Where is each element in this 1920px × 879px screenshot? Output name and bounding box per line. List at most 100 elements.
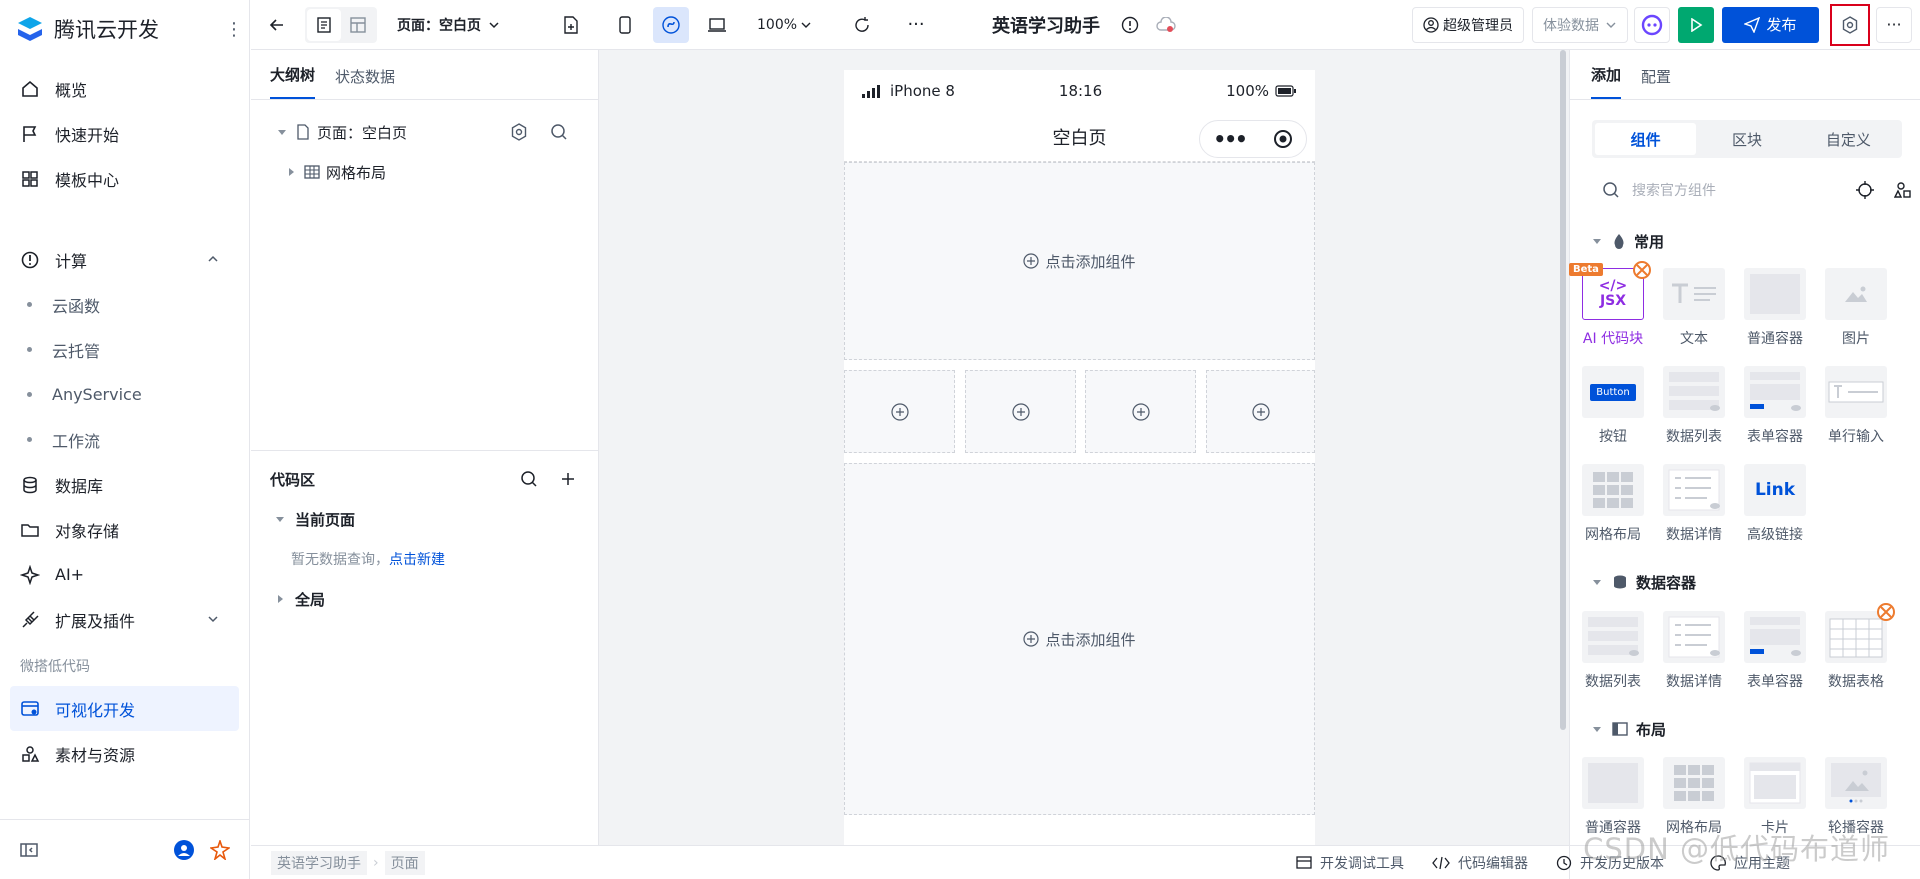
layout-view-icon[interactable] <box>341 9 375 41</box>
component-grid-layout[interactable]: 网格布局 <box>1578 464 1648 544</box>
info-icon[interactable] <box>1112 7 1148 43</box>
component-button[interactable]: Button 按钮 <box>1578 366 1648 446</box>
nav-sub-label: 云托管 <box>52 341 101 361</box>
tab-config[interactable]: 配置 <box>1641 66 1671 99</box>
plus-icon[interactable] <box>560 471 576 487</box>
publish-button[interactable]: 发布 <box>1722 6 1819 43</box>
segment-custom[interactable]: 自定义 <box>1798 123 1899 155</box>
component-label: 单行输入 <box>1828 429 1884 445</box>
nav-item-database[interactable]: 数据库 <box>0 462 249 507</box>
nav-sub-cloud-hosting[interactable]: 云托管 <box>0 327 249 372</box>
user-avatar-icon[interactable] <box>174 839 194 860</box>
nav-item-extensions[interactable]: 扩展及插件 <box>0 597 249 642</box>
breadcrumb-app[interactable]: 英语学习助手 <box>271 850 367 875</box>
breadcrumb-page[interactable]: 页面 <box>384 850 425 875</box>
component-advanced-link[interactable]: Link 高级链接 <box>1740 464 1810 544</box>
nav-item-storage[interactable]: 对象存储 <box>0 507 249 552</box>
nav-item-quickstart[interactable]: 快速开始 <box>0 111 249 156</box>
nav-item-compute[interactable]: 计算 <box>0 237 249 282</box>
drop-zone-bottom[interactable]: 点击添加组件 <box>844 463 1315 815</box>
preview-run-button[interactable] <box>1678 6 1714 43</box>
grid-cell[interactable] <box>1085 370 1196 453</box>
role-selector[interactable]: 超级管理员 <box>1412 6 1524 43</box>
gear-icon[interactable] <box>510 123 528 141</box>
nav-sub-workflow[interactable]: 工作流 <box>0 417 249 462</box>
caret-down-icon[interactable] <box>275 514 285 524</box>
more-vertical-icon[interactable]: ⋮ <box>219 19 249 40</box>
collapse-sidebar-icon[interactable] <box>20 841 38 859</box>
new-page-icon[interactable] <box>553 7 589 43</box>
caret-right-icon[interactable] <box>275 594 285 604</box>
code-global[interactable]: 全局 <box>251 579 598 619</box>
ai-copilot-button[interactable] <box>1634 6 1670 43</box>
tab-add[interactable]: 添加 <box>1591 64 1622 99</box>
segment-components[interactable]: 组件 <box>1595 123 1697 155</box>
component-image[interactable]: 图片 <box>1821 268 1891 348</box>
capsule-menu-icon[interactable]: ••• <box>1213 127 1247 151</box>
nav-item-assets[interactable]: 素材与资源 <box>0 731 249 776</box>
caret-down-icon[interactable] <box>277 127 287 137</box>
capsule-close-icon[interactable] <box>1273 129 1293 149</box>
grid-cell[interactable] <box>1206 370 1315 453</box>
component-carousel[interactable]: 轮播容器 <box>1821 757 1891 837</box>
nav-item-ai[interactable]: AI+ <box>0 552 249 597</box>
canvas-scrollbar[interactable] <box>1560 50 1566 730</box>
zoom-selector[interactable]: 100% <box>757 17 812 33</box>
refresh-icon[interactable] <box>844 7 880 43</box>
component-data-table[interactable]: 数据表格 <box>1821 603 1895 691</box>
settings-button[interactable] <box>1830 3 1870 46</box>
ai-assistant-icon[interactable] <box>210 839 230 860</box>
component-data-list[interactable]: 数据列表 <box>1659 366 1729 446</box>
more-horizontal-icon[interactable]: ··· <box>1876 6 1912 43</box>
devtools-button[interactable]: 开发调试工具 <box>1296 853 1404 873</box>
code-current-page[interactable]: 当前页面 <box>251 499 598 539</box>
search-icon[interactable] <box>550 123 568 141</box>
chevron-up-icon[interactable] <box>205 251 221 267</box>
tab-state-data[interactable]: 状态数据 <box>335 66 395 99</box>
grid-cell[interactable] <box>965 370 1076 453</box>
category-common[interactable]: 常用 <box>1592 230 1664 252</box>
grid-cell[interactable] <box>844 370 955 453</box>
back-arrow-icon[interactable] <box>259 7 295 43</box>
category-layout[interactable]: 布局 <box>1592 718 1666 740</box>
component-form-container[interactable]: 表单容器 <box>1740 611 1810 691</box>
component-panel: 添加 配置 组件 区块 自定义 搜索官方组件 常用 </> JSX Beta AI… <box>1569 50 1920 879</box>
component-container[interactable]: 普通容器 <box>1578 757 1648 837</box>
miniprogram-device-icon[interactable] <box>653 6 689 43</box>
component-container[interactable]: 普通容器 <box>1740 268 1810 348</box>
tree-node-page[interactable]: 页面：空白页 <box>251 112 598 152</box>
segment-blocks[interactable]: 区块 <box>1696 123 1797 155</box>
component-data-detail[interactable]: 数据详情 <box>1659 464 1729 544</box>
tab-outline-tree[interactable]: 大纲树 <box>270 64 316 99</box>
component-single-input[interactable]: 单行输入 <box>1821 366 1891 446</box>
nav-sub-cloud-function[interactable]: 云函数 <box>0 282 249 327</box>
caret-right-icon[interactable] <box>286 167 296 177</box>
locate-icon[interactable] <box>1856 181 1874 199</box>
drop-zone-top[interactable]: 点击添加组件 <box>844 162 1315 360</box>
nav-item-visual-dev[interactable]: 可视化开发 <box>10 686 239 731</box>
chevron-down-icon[interactable] <box>205 611 221 627</box>
component-card[interactable]: 卡片 <box>1740 757 1810 837</box>
mobile-device-icon[interactable] <box>607 7 643 43</box>
component-grid-layout[interactable]: 网格布局 <box>1659 757 1729 837</box>
tree-node-grid[interactable]: 网格布局 <box>251 152 598 192</box>
desktop-device-icon[interactable] <box>699 7 735 43</box>
component-ai-code-block[interactable]: </> JSX Beta AI 代码块 <box>1569 261 1651 348</box>
component-form-container[interactable]: 表单容器 <box>1740 366 1810 446</box>
code-editor-button[interactable]: 代码编辑器 <box>1432 853 1528 873</box>
outline-view-icon[interactable] <box>307 8 341 41</box>
data-mode-selector[interactable]: 体验数据 <box>1532 6 1628 43</box>
component-data-list[interactable]: 数据列表 <box>1578 611 1648 691</box>
component-text[interactable]: 文本 <box>1659 268 1729 348</box>
shapes-icon[interactable] <box>1894 181 1912 199</box>
search-icon[interactable] <box>520 470 538 488</box>
component-data-detail[interactable]: 数据详情 <box>1659 611 1729 691</box>
category-data-container[interactable]: 数据容器 <box>1592 571 1696 593</box>
nav-item-templates[interactable]: 模板中心 <box>0 156 249 201</box>
more-horizontal-icon[interactable]: ··· <box>898 7 934 43</box>
component-search[interactable]: 搜索官方组件 <box>1592 172 1912 208</box>
nav-sub-anyservice[interactable]: AnyService <box>0 372 249 417</box>
page-selector[interactable]: 页面：空白页 <box>397 15 501 35</box>
create-query-link[interactable]: 点击新建 <box>389 549 445 569</box>
nav-item-overview[interactable]: 概览 <box>0 66 249 111</box>
